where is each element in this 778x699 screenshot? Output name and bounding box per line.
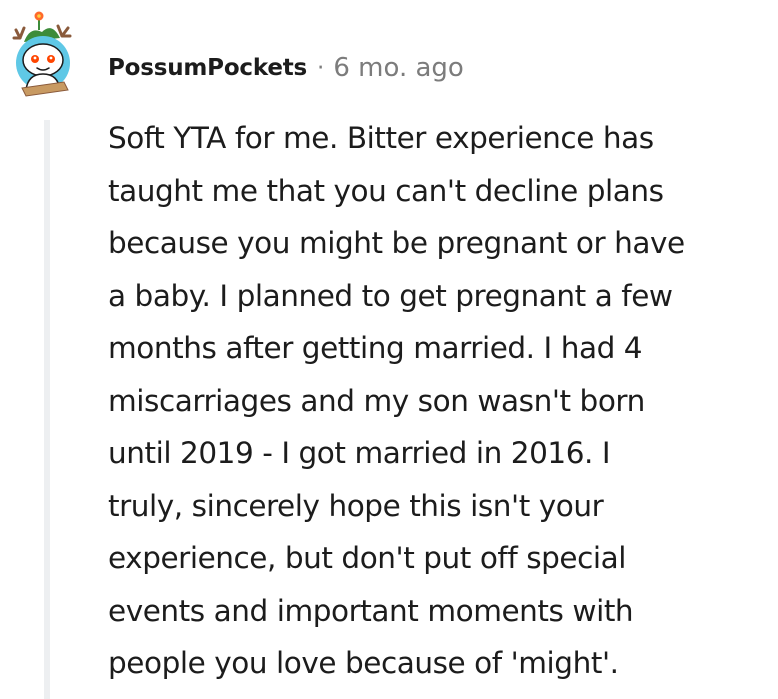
comment-body-line: truly, sincerely hope this isn't your — [108, 488, 604, 523]
comment-body-line: until 2019 - I got married in 2016. I — [108, 436, 611, 470]
comment-body-line: because you might be pregnant or have — [108, 226, 685, 260]
comment-timestamp[interactable]: 6 mo. ago — [333, 53, 463, 83]
comment-body-line: Soft YTA for me. Bitter experience has — [108, 121, 654, 155]
avatar[interactable] — [10, 8, 90, 100]
comment-body-line: a baby. I planned to get pregnant a few — [108, 278, 673, 313]
snoo-reindeer-avatar-icon — [12, 11, 72, 97]
comment-body-line: experience, but don't put off special — [108, 541, 626, 575]
comment-body-line: months after getting married. I had 4 — [108, 331, 643, 365]
comment-meta: PossumPockets · 6 mo. ago — [108, 50, 464, 86]
meta-separator: · — [317, 55, 325, 81]
comment-body: Soft YTA for me. Bitter experience has t… — [108, 112, 776, 690]
comment-body-line: events and important moments with — [108, 593, 634, 628]
comment-body-line: people you love because of 'might'. — [108, 646, 619, 680]
comment-body-line: taught me that you can't decline plans — [108, 173, 664, 208]
author-username[interactable]: PossumPockets — [108, 55, 307, 81]
thread-line[interactable] — [44, 120, 50, 699]
comment-body-line: miscarriages and my son wasn't born — [108, 383, 645, 418]
comment: PossumPockets · 6 mo. ago Soft YTA for m… — [0, 0, 778, 699]
